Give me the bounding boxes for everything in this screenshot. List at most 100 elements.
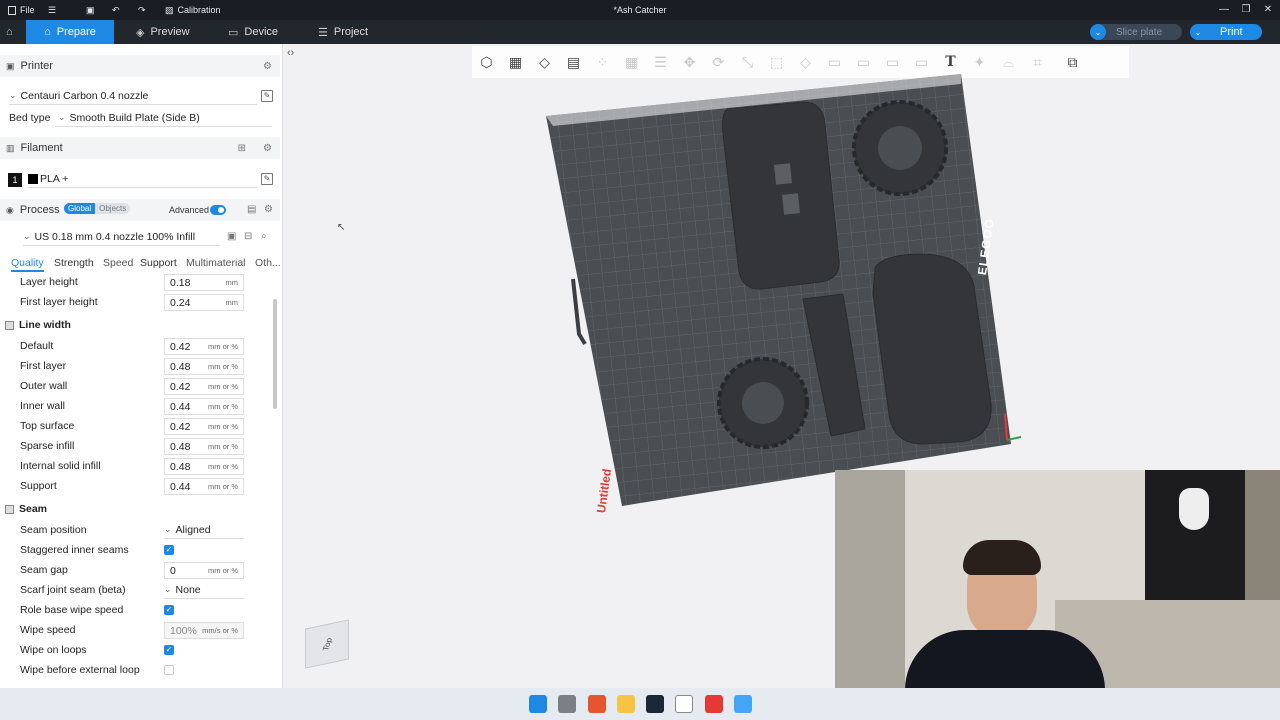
line-width-outer-wall-input[interactable]: 0.42 mm or %: [164, 378, 244, 395]
seam-position-value: Aligned: [175, 523, 211, 536]
wipe-speed-label: Wipe speed: [20, 624, 76, 636]
unit-label: mm or %: [208, 482, 238, 491]
bed-type-select[interactable]: ⌄ Smooth Build Plate (Side B): [55, 109, 272, 127]
edit-filament-icon[interactable]: ✎: [261, 173, 273, 185]
save-preset-icon[interactable]: ▣: [227, 231, 236, 242]
view-cube-label: Top: [320, 636, 334, 652]
chevron-down-icon[interactable]: ⌄: [1190, 24, 1206, 40]
add-filament-icon[interactable]: ⊞: [238, 143, 246, 154]
brave-browser-icon[interactable]: [588, 695, 606, 713]
process-preset-select[interactable]: ⌄ US 0.18 mm 0.4 nozzle 100% Infill: [23, 228, 220, 246]
tab-quality[interactable]: Quality: [11, 257, 44, 272]
printer-select[interactable]: ⌄ Centauri Carbon 0.4 nozzle: [9, 87, 257, 105]
undo-icon[interactable]: ↶: [112, 0, 120, 20]
notepad-icon[interactable]: [734, 695, 752, 713]
tab-preview[interactable]: ◈ Preview: [122, 20, 204, 44]
part-gear-hole: [742, 382, 784, 424]
advanced-toggle[interactable]: [210, 205, 226, 215]
tab-speed[interactable]: Speed: [103, 257, 133, 269]
file-icon: [8, 5, 16, 15]
tab-support[interactable]: Support: [140, 257, 177, 269]
settings-sliders-icon[interactable]: ⚙: [264, 204, 273, 215]
compare-icon[interactable]: ▤: [247, 204, 256, 215]
filament-select[interactable]: PLA +: [28, 170, 257, 188]
print-button[interactable]: ⌄ Print: [1190, 24, 1262, 40]
elegoo-slicer-icon[interactable]: [705, 695, 723, 713]
filament-section-header[interactable]: ▥ Filament ⊞ ⚙: [0, 137, 280, 159]
global-toggle[interactable]: Global: [64, 203, 96, 214]
windows-start-icon[interactable]: [529, 695, 547, 713]
hamburger-menu-icon[interactable]: ☰: [48, 0, 56, 20]
steam-icon[interactable]: [646, 695, 664, 713]
file-explorer-icon[interactable]: [617, 695, 635, 713]
layer-height-input[interactable]: 0.18 mm: [164, 274, 244, 291]
unit-label: mm or %: [208, 442, 238, 451]
wall-poster: [1145, 470, 1245, 610]
filament-color-swatch[interactable]: [28, 173, 38, 184]
tab-strength[interactable]: Strength: [54, 257, 94, 269]
slice-plate-button[interactable]: ⌄ Slice plate: [1090, 24, 1182, 40]
printer-section-header[interactable]: ▣ Printer ⚙: [0, 55, 280, 77]
scarf-joint-seam-select[interactable]: ⌄ None: [164, 581, 244, 599]
line-width-support-input[interactable]: 0.44 mm or %: [164, 478, 244, 495]
wipe-before-external-loop-checkbox[interactable]: [164, 665, 174, 675]
chevron-down-icon[interactable]: ⌄: [1090, 24, 1106, 40]
objects-toggle[interactable]: Objects: [95, 203, 131, 214]
mouse-cursor-icon: ↖: [337, 222, 346, 233]
role-base-wipe-speed-checkbox[interactable]: ✓: [164, 605, 174, 615]
edit-printer-icon[interactable]: ✎: [261, 90, 273, 102]
snipping-tool-icon[interactable]: [558, 695, 576, 713]
unit-label: mm or %: [208, 422, 238, 431]
tab-prepare[interactable]: ⌂ Prepare: [26, 20, 114, 44]
minimize-icon[interactable]: —: [1212, 0, 1236, 20]
seam-position-select[interactable]: ⌄ Aligned: [164, 521, 244, 539]
role-base-wipe-speed-label: Role base wipe speed: [20, 604, 124, 616]
unit-label: mm or %: [208, 382, 238, 391]
line-width-first-layer-input[interactable]: 0.48 mm or %: [164, 358, 244, 375]
first-layer-height-input[interactable]: 0.24 mm: [164, 294, 244, 311]
delete-preset-icon[interactable]: ⊟: [244, 231, 252, 242]
first-layer-height-unit: mm: [225, 298, 239, 307]
tab-prepare-label: Prepare: [56, 26, 96, 38]
close-icon[interactable]: ✕: [1256, 0, 1280, 20]
bed-type-value: Smooth Build Plate (Side B): [69, 111, 200, 124]
prepare-icon: ⌂: [44, 26, 51, 38]
part-gear-hole: [878, 126, 922, 170]
line-width-inner-wall-input[interactable]: 0.44 mm or %: [164, 398, 244, 415]
obs-icon[interactable]: [675, 695, 693, 713]
line-width-sparse-infill-label: Sparse infill: [20, 440, 75, 452]
person-shirt: [905, 630, 1105, 688]
tab-preview-label: Preview: [150, 26, 190, 38]
line-width-top-surface-input[interactable]: 0.42 mm or %: [164, 418, 244, 435]
part-oval-top: [722, 101, 840, 290]
process-subtabs: Quality Strength Speed Support Multimate…: [0, 257, 281, 275]
restore-icon[interactable]: ❐: [1234, 0, 1258, 20]
layer-height-value: 0.18: [170, 276, 191, 289]
print-label: Print: [1220, 26, 1243, 38]
home-icon[interactable]: ⌂: [0, 20, 19, 44]
tab-multimaterial[interactable]: Multimaterial: [186, 257, 246, 269]
settings-sliders-icon[interactable]: ⚙: [263, 61, 272, 72]
line-width-internal-solid-infill-input[interactable]: 0.48 mm or %: [164, 458, 244, 475]
save-icon[interactable]: ▣: [86, 0, 95, 20]
file-menu[interactable]: File: [8, 0, 35, 20]
tab-others[interactable]: Oth...: [255, 257, 281, 269]
settings-scrollbar[interactable]: [273, 299, 277, 409]
settings-sliders-icon[interactable]: ⚙: [263, 143, 272, 154]
tab-device[interactable]: ▭ Device: [214, 20, 292, 44]
search-icon[interactable]: ⌕: [261, 231, 267, 242]
staggered-inner-seams-checkbox[interactable]: ✓: [164, 545, 174, 555]
calibration-menu[interactable]: ▨ Calibration: [165, 0, 221, 20]
redo-icon[interactable]: ↷: [138, 0, 146, 20]
chevron-down-icon: ⌄: [164, 524, 172, 534]
line-width-default-input[interactable]: 0.42 mm or %: [164, 338, 244, 355]
wipe-on-loops-checkbox[interactable]: ✓: [164, 645, 174, 655]
line-width-sparse-infill-input[interactable]: 0.48 mm or %: [164, 438, 244, 455]
line-width-support-label: Support: [20, 480, 57, 492]
seam-gap-input[interactable]: 0 mm or %: [164, 562, 244, 579]
wipe-speed-input[interactable]: 100% mm/s or %: [164, 622, 244, 639]
tab-project[interactable]: ☰ Project: [304, 20, 382, 44]
global-objects-toggle[interactable]: Global Objects: [64, 203, 131, 214]
slice-plate-label: Slice plate: [1116, 26, 1163, 38]
tab-device-label: Device: [244, 26, 279, 38]
